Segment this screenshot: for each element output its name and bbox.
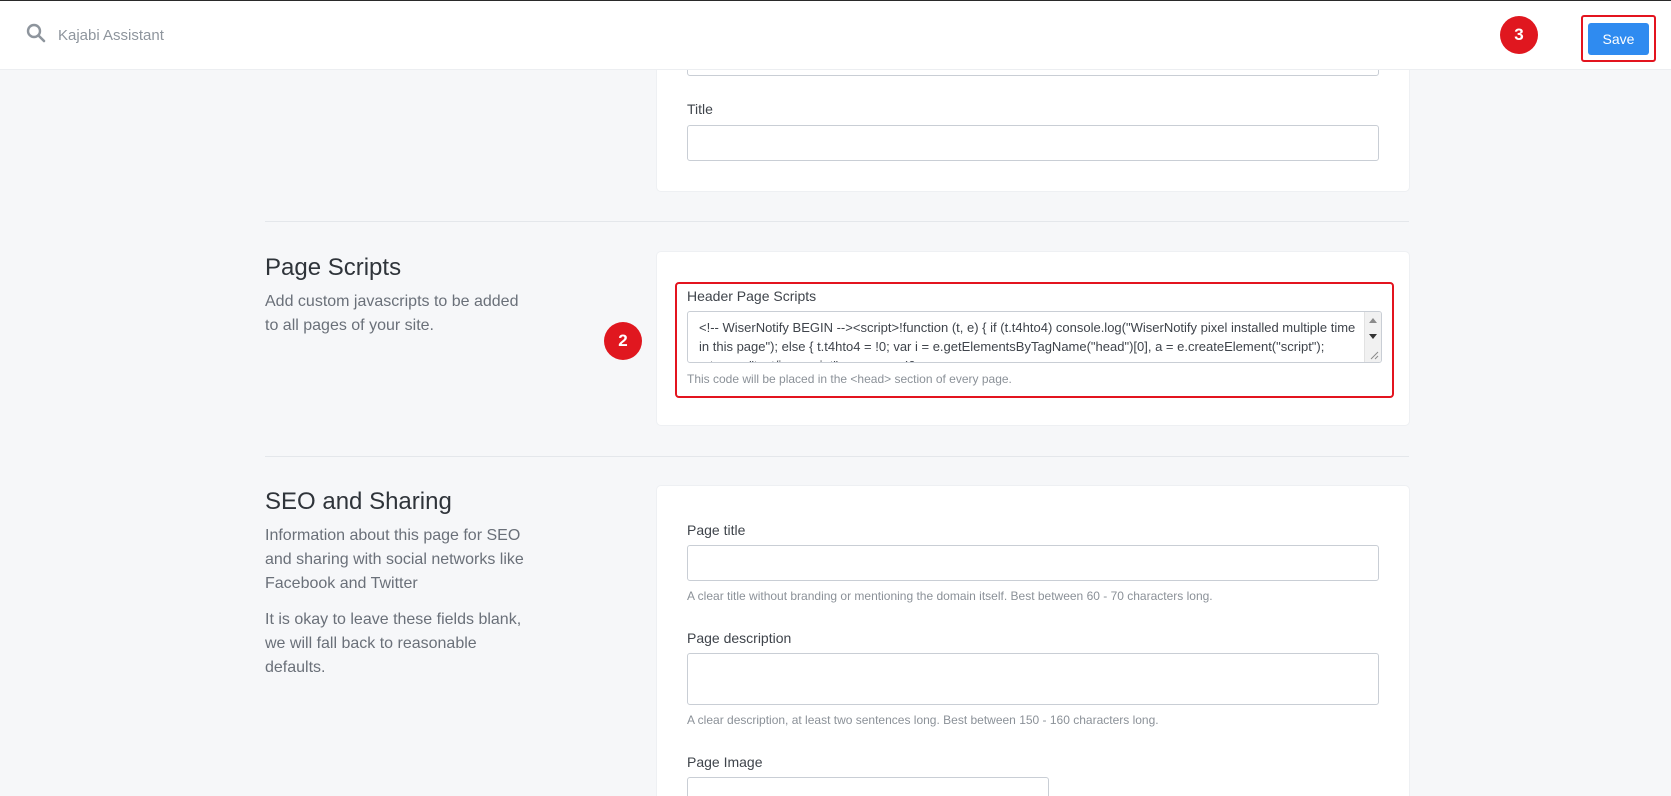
header-scripts-label: Header Page Scripts [687, 288, 817, 304]
section-divider [265, 456, 1409, 457]
title-label: Title [687, 101, 713, 117]
page-description-label: Page description [687, 630, 792, 646]
page-title-input[interactable] [687, 545, 1379, 581]
save-highlight-frame: Save [1581, 15, 1656, 62]
header-scripts-textarea[interactable]: <!-- WiserNotify BEGIN --><script>!funct… [687, 311, 1382, 363]
page-image-upload[interactable] [687, 777, 1049, 796]
header-scripts-highlight-frame: Header Page Scripts <!-- WiserNotify BEG… [675, 282, 1394, 398]
page-scripts-description: Add custom javascripts to be added to al… [265, 293, 519, 334]
step-3-badge: 3 [1500, 16, 1538, 54]
header-scripts-help: This code will be placed in the <head> s… [687, 372, 1012, 386]
section-divider [265, 221, 1409, 222]
resize-grip-icon[interactable] [1369, 350, 1379, 360]
title-input[interactable] [687, 125, 1379, 161]
page-description-textarea[interactable] [687, 653, 1379, 705]
scroll-up-arrow-icon[interactable] [1369, 318, 1377, 323]
save-button[interactable]: Save [1588, 23, 1649, 55]
top-bar: Kajabi Assistant 3 Save [0, 0, 1671, 70]
assistant-search[interactable]: Kajabi Assistant [26, 23, 164, 48]
search-placeholder: Kajabi Assistant [58, 27, 164, 44]
page-title-label: Page title [687, 522, 746, 538]
page-title-help: A clear title without branding or mentio… [687, 589, 1213, 603]
page-image-label: Page Image [687, 754, 763, 770]
step-2-badge: 2 [604, 322, 642, 360]
seo-fallback-note: It is okay to leave these fields blank, … [265, 611, 522, 676]
seo-card: Page title A clear title without brandin… [657, 486, 1409, 796]
search-icon [26, 23, 46, 48]
scroll-down-arrow-icon[interactable] [1369, 334, 1377, 339]
page-scripts-heading: Page Scripts [265, 254, 402, 281]
seo-description: Information about this page for SEO and … [265, 527, 524, 592]
seo-heading: SEO and Sharing [265, 488, 452, 515]
page-description-help: A clear description, at least two senten… [687, 713, 1159, 727]
header-scripts-code: <!-- WiserNotify BEGIN --><script>!funct… [699, 320, 1356, 362]
